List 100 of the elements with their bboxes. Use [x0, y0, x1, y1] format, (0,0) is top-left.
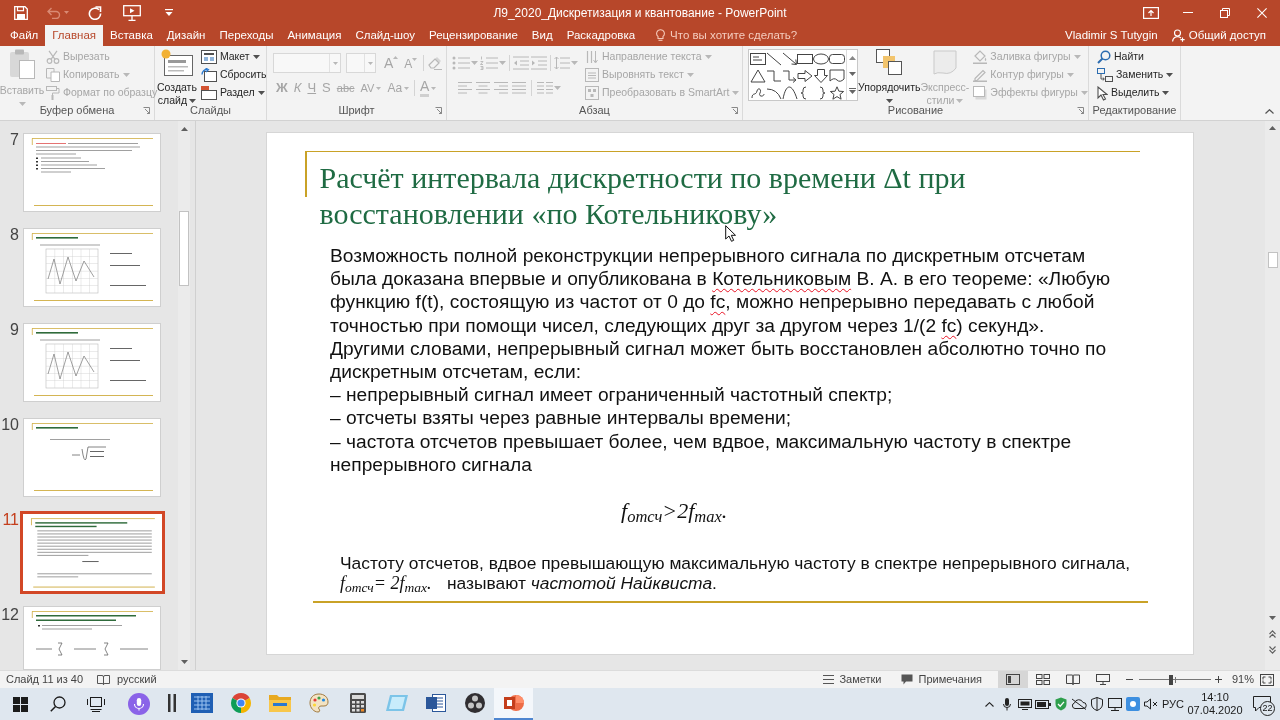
calculator-icon — [349, 693, 366, 713]
shield-icon[interactable] — [1091, 697, 1103, 711]
caret-icon — [367, 61, 373, 65]
ribbon-tab[interactable]: Переходы — [212, 25, 281, 46]
gallery-more-icon[interactable] — [848, 88, 856, 94]
arc-shape-icon[interactable] — [765, 85, 782, 100]
rectangle-shape-icon[interactable] — [797, 52, 814, 67]
language-indicator[interactable]: русский — [117, 671, 157, 688]
ribbon-tab[interactable]: Дизайн — [159, 25, 213, 46]
comments-button[interactable]: Примечания — [901, 671, 982, 688]
ribbon-tab[interactable]: Раскадровка — [559, 25, 643, 46]
copy-icon — [46, 68, 60, 82]
ribbon-tab[interactable]: Вставка — [103, 25, 160, 46]
restore-icon[interactable] — [1219, 7, 1230, 18]
speaker-muted-icon[interactable] — [1143, 698, 1159, 710]
elbow-arrow-shape-icon[interactable] — [781, 69, 798, 83]
taskbar-app-button[interactable] — [494, 688, 533, 720]
slide-title: Расчёт интервала дискретности по времени Δt при восстановлении «по Котельникову» — [318, 160, 967, 232]
keyboard-language[interactable]: РУС — [1160, 695, 1186, 713]
dialog-launcher-icon[interactable] — [143, 107, 150, 114]
ribbon-tab[interactable]: Файл — [3, 25, 46, 46]
line-shape-icon[interactable] — [765, 52, 782, 67]
right-arrow-shape-icon[interactable] — [797, 69, 814, 83]
star-shape-icon[interactable] — [829, 85, 846, 100]
text-box-shape-icon[interactable] — [749, 52, 766, 67]
triangle-shape-icon[interactable] — [749, 69, 766, 83]
normal-view-icon — [1006, 674, 1020, 685]
clock-date[interactable]: 07.04.2020 — [1187, 704, 1243, 717]
scroll-up-icon[interactable] — [180, 127, 188, 131]
scrollbar-thumb[interactable] — [179, 211, 189, 286]
section-icon — [200, 86, 217, 100]
tell-me-field[interactable]: Что вы хотите сделать? — [670, 26, 821, 45]
slide-thumbnail[interactable] — [19, 511, 165, 594]
freeform-shape-icon[interactable] — [749, 85, 766, 100]
gallery-down-icon[interactable] — [848, 72, 856, 76]
scrollbar-thumb[interactable] — [1267, 252, 1278, 268]
shield-check-icon[interactable] — [1055, 697, 1067, 711]
ribbon-tab[interactable]: Слайд-шоу — [348, 25, 423, 46]
search-icon[interactable] — [50, 696, 66, 712]
select-button[interactable]: Выделить — [1095, 84, 1172, 102]
replace-button[interactable]: Заменить — [1095, 66, 1176, 84]
arrow-shape-icon[interactable] — [781, 52, 798, 67]
clock-time[interactable]: 14:10 — [1201, 691, 1229, 704]
dialog-launcher-icon[interactable] — [435, 107, 442, 114]
chevron-up-icon[interactable] — [984, 701, 994, 707]
ribbon-tab[interactable]: Главная — [45, 25, 104, 46]
close-icon[interactable] — [1256, 7, 1267, 18]
ribbon-tab[interactable]: Вид — [524, 25, 560, 46]
reset-icon — [200, 68, 217, 82]
minimize-icon[interactable] — [1182, 12, 1193, 13]
battery-icon[interactable] — [1035, 699, 1051, 709]
monitor-icon[interactable] — [1018, 698, 1032, 710]
oval-shape-icon[interactable] — [813, 52, 830, 67]
zoom-slider-thumb[interactable] — [1169, 674, 1174, 685]
scroll-up-icon[interactable] — [1269, 126, 1276, 130]
zoom-in-icon[interactable] — [1215, 676, 1222, 683]
scroll-down-icon[interactable] — [1269, 616, 1276, 620]
body-paragraph: – частота отсчетов превышает более, чем вдвое, максимальную частоту в спектре непрерывного сигнала — [330, 429, 1073, 477]
collapse-ribbon-icon[interactable] — [1265, 109, 1274, 114]
microphone-icon[interactable] — [1003, 697, 1011, 711]
ribbon-tab[interactable]: Анимация — [280, 25, 349, 46]
curve-shape-icon[interactable] — [781, 85, 798, 100]
cloud-off-icon[interactable] — [1071, 698, 1087, 710]
folder-icon — [268, 694, 291, 712]
previous-slide-icon[interactable] — [1269, 630, 1276, 638]
body-paragraph: называют частотой Найквиста. — [447, 573, 717, 594]
down-arrow-shape-icon[interactable] — [813, 69, 830, 83]
find-button[interactable]: Найти — [1095, 48, 1146, 66]
fit-to-window-icon[interactable] — [1260, 673, 1274, 686]
ribbon-tab[interactable]: Рецензирование — [422, 25, 525, 46]
body-paragraph: Частоту отсчетов, вдвое превышающую максимальную частоту в спектре непрерывного сигнала, — [340, 553, 1131, 574]
slideshow-icon[interactable] — [122, 4, 141, 21]
notification-icon[interactable] — [1253, 696, 1271, 712]
task-view-icon[interactable] — [87, 696, 105, 712]
browser-icon — [230, 693, 251, 713]
notes-button[interactable]: Заметки — [823, 671, 882, 688]
zoom-level[interactable]: 91% — [1232, 671, 1254, 688]
network-icon[interactable] — [1108, 697, 1122, 711]
shape-effects-icon — [973, 86, 988, 100]
layout-button[interactable]: Макет — [198, 48, 262, 66]
scroll-down-icon[interactable] — [180, 660, 188, 664]
wave-shape-icon[interactable] — [829, 69, 846, 83]
rounded-rectangle-shape-icon[interactable] — [829, 52, 846, 67]
gallery-up-icon[interactable] — [848, 56, 856, 60]
ribbon-display-options-icon[interactable] — [1142, 6, 1159, 19]
spelling-check-icon[interactable] — [97, 674, 111, 685]
repeat-icon[interactable] — [87, 5, 102, 20]
share-button[interactable]: Общий доступ — [1171, 26, 1266, 45]
dialog-launcher-icon[interactable] — [1077, 107, 1084, 114]
new-slide-button[interactable]: Создать слайд — [157, 46, 197, 104]
zoom-slider[interactable] — [1139, 673, 1211, 686]
section-button[interactable]: Раздел — [198, 84, 267, 102]
customize-icon[interactable] — [164, 9, 173, 16]
arrange-button[interactable]: Упорядочить — [858, 46, 921, 104]
next-slide-icon[interactable] — [1269, 646, 1276, 654]
windows-logo-icon[interactable] — [12, 696, 28, 712]
reset-button[interactable]: Сбросить — [198, 66, 269, 84]
save-icon[interactable] — [13, 5, 28, 20]
dialog-launcher-icon[interactable] — [731, 107, 738, 114]
view-button[interactable] — [998, 671, 1028, 688]
